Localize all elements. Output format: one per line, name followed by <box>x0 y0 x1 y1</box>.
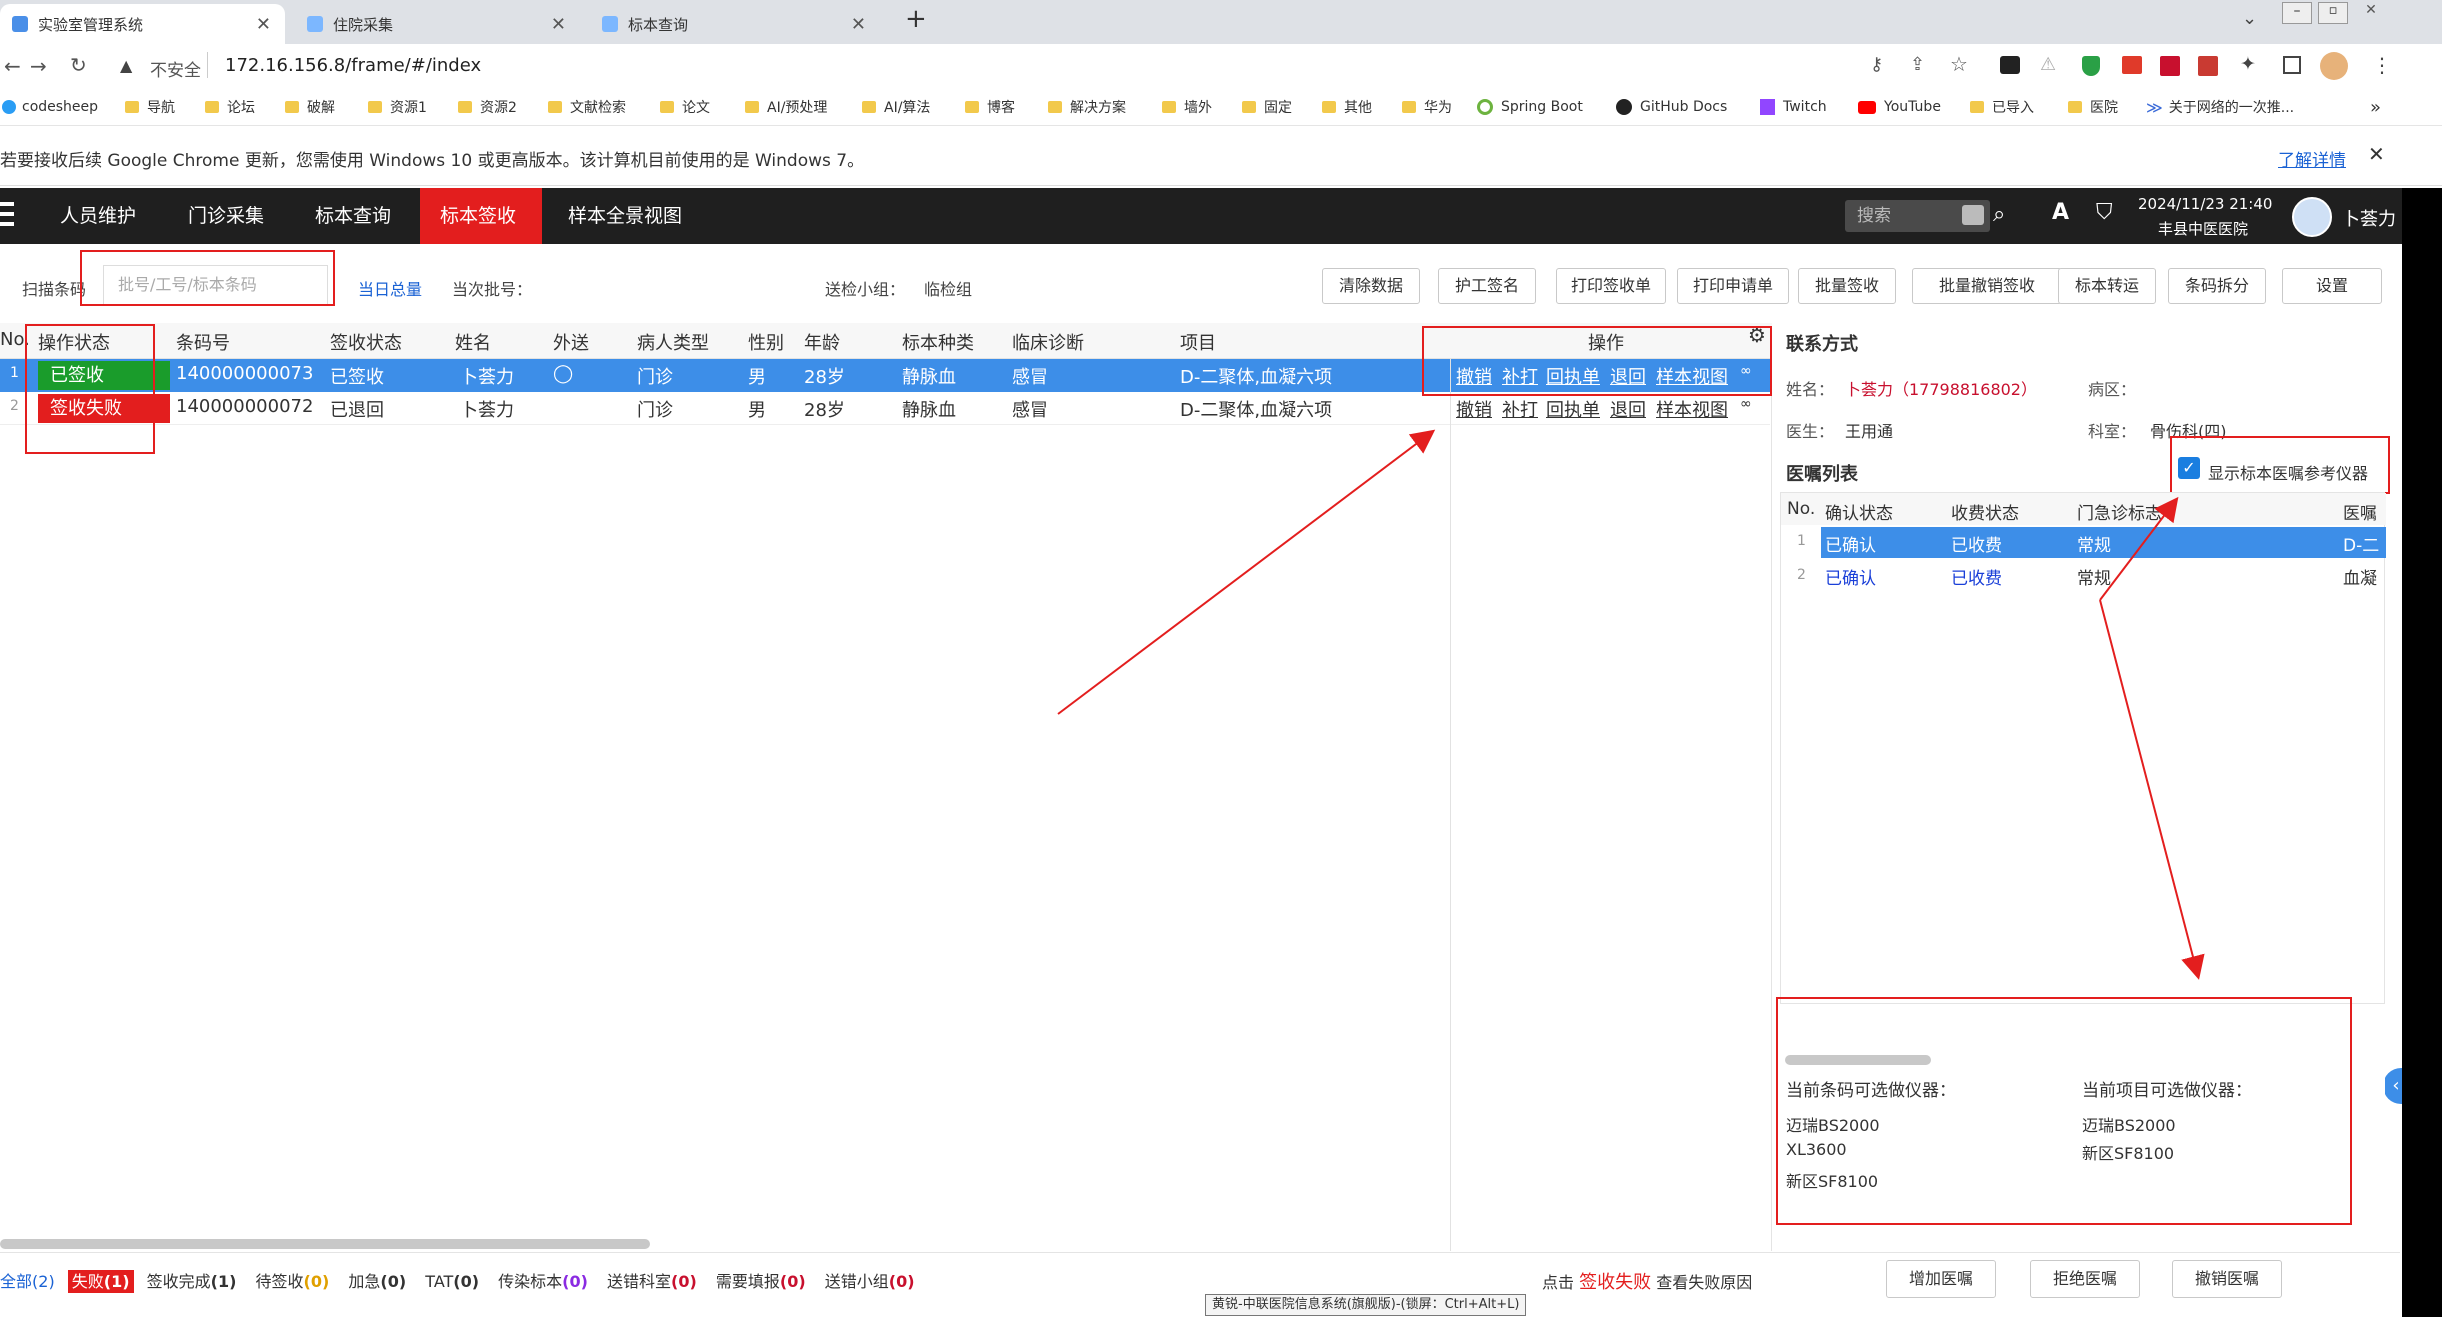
desktop-edge <box>2402 188 2442 1317</box>
filter-wrong-dept[interactable]: 送错科室(0) <box>607 1272 697 1291</box>
filter-all[interactable]: 全部(2) <box>0 1272 55 1291</box>
hint-text: 点击 <box>1542 1273 1575 1292</box>
filter-pending[interactable]: 待签收(0) <box>256 1272 330 1291</box>
filter-failed[interactable]: 失败(1) <box>67 1270 134 1293</box>
cancel-order-button[interactable]: 撤销医嘱 <box>2172 1260 2282 1298</box>
reject-order-button[interactable]: 拒绝医嘱 <box>2030 1260 2140 1298</box>
filter-need-report[interactable]: 需要填报(0) <box>716 1272 806 1291</box>
filter-wrong-group[interactable]: 送错小组(0) <box>825 1272 915 1291</box>
filter-infectious[interactable]: 传染标本(0) <box>498 1272 588 1291</box>
taskbar-tooltip: 黄锐-中联医院信息系统(旗舰版)-(锁屏：Ctrl+Alt+L) <box>1205 1294 1527 1316</box>
annotation-arrows <box>1057 429 2205 980</box>
filter-tat[interactable]: TAT(0) <box>425 1272 479 1291</box>
hint-text: 查看失败原因 <box>1656 1273 1753 1292</box>
fail-hint: 点击 签收失败 查看失败原因 <box>1542 1268 1752 1294</box>
add-order-button[interactable]: 增加医嘱 <box>1886 1260 1996 1298</box>
filter-bar: 全部(2) 失败(1) 签收完成(1) 待签收(0) 加急(0) TAT(0) … <box>0 1268 915 1293</box>
fail-hint-link[interactable]: 签收失败 <box>1579 1272 1651 1293</box>
filter-urgent[interactable]: 加急(0) <box>348 1272 406 1291</box>
filter-signed[interactable]: 签收完成(1) <box>147 1272 237 1291</box>
divider <box>0 1252 2400 1253</box>
